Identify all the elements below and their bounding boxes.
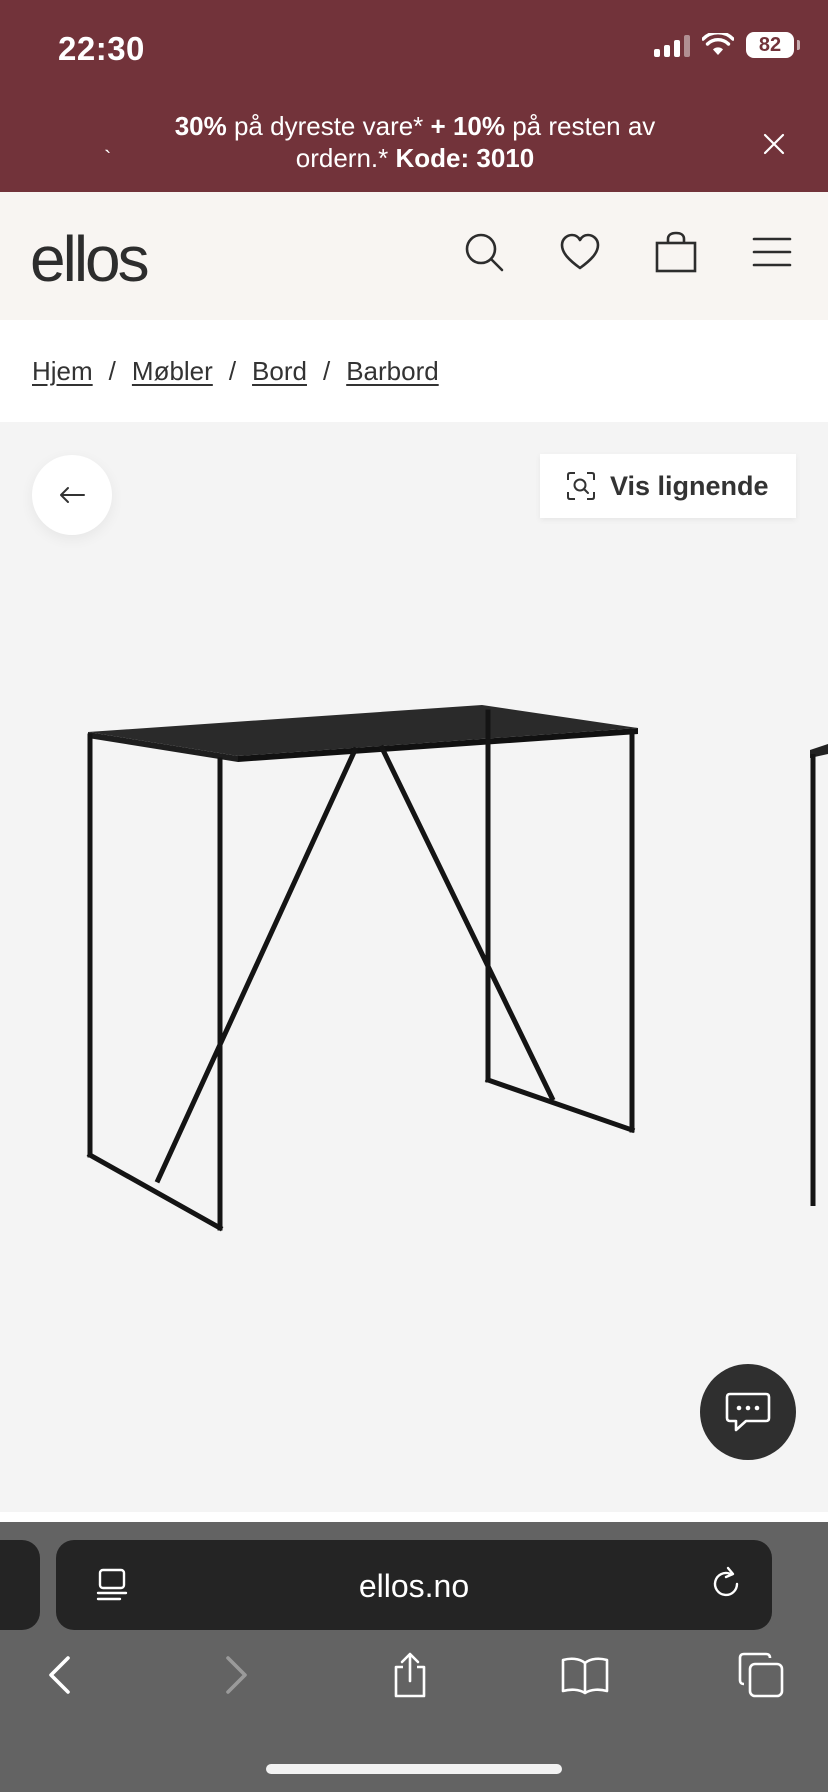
chevron-right-icon xyxy=(226,1656,247,1694)
cart-button[interactable] xyxy=(654,230,698,274)
promo-text: 30% på dyreste vare* + 10% på resten av … xyxy=(150,110,680,174)
promo-bold-2: + 10% xyxy=(430,111,505,141)
book-icon xyxy=(561,1657,609,1695)
previous-tab-peek[interactable] xyxy=(0,1540,40,1630)
product-image-bar-table xyxy=(86,705,638,1232)
battery-level: 82 xyxy=(758,33,782,56)
status-indicators: 82 xyxy=(654,32,800,58)
breadcrumb-separator: / xyxy=(108,356,116,386)
status-time: 22:30 xyxy=(58,30,145,67)
home-indicator xyxy=(266,1764,562,1774)
bookmarks-button[interactable] xyxy=(560,1650,610,1700)
breadcrumb-link-table[interactable]: Bord xyxy=(252,356,307,387)
tabs-icon xyxy=(738,1652,784,1698)
promo-banner: 22:30 82 ` 30% på dyreste vare* + 10% på… xyxy=(0,0,828,192)
tabs-button[interactable] xyxy=(736,1650,786,1700)
arrow-left-icon xyxy=(60,487,85,503)
breadcrumb-separator: / xyxy=(228,356,237,386)
breadcrumb-link-furniture[interactable]: Møbler xyxy=(132,356,213,387)
visual-search-icon xyxy=(567,472,595,500)
browser-back-button[interactable] xyxy=(34,1650,84,1700)
breadcrumb-link-home[interactable]: Hjem xyxy=(32,356,93,387)
promo-text-1: på dyreste vare* xyxy=(226,111,431,141)
wifi-icon xyxy=(702,33,734,55)
chevron-left-icon xyxy=(49,1656,70,1694)
share-icon xyxy=(394,1652,426,1698)
ellos-logo[interactable]: ellos xyxy=(30,222,150,296)
address-bar[interactable]: ellos.no xyxy=(56,1540,772,1630)
hamburger-menu-icon xyxy=(752,237,792,267)
search-icon xyxy=(465,233,504,272)
url-text: ellos.no xyxy=(358,1568,470,1604)
breadcrumb-link-bar-table[interactable]: Barbord xyxy=(346,356,439,387)
reload-icon[interactable] xyxy=(706,1564,746,1604)
breadcrumb: Hjem / Møbler / Bord / Barbord xyxy=(32,356,439,387)
shopping-bag-icon xyxy=(655,231,697,273)
promo-tick: ` xyxy=(104,146,112,171)
promo-bold-1: 30% xyxy=(174,111,227,141)
close-icon[interactable] xyxy=(760,130,788,158)
show-similar-label: Vis lignende xyxy=(610,470,769,501)
search-button[interactable] xyxy=(462,230,506,274)
product-image-next-partial xyxy=(810,744,828,1206)
back-button[interactable] xyxy=(32,455,112,535)
heart-icon xyxy=(560,233,600,270)
menu-button[interactable] xyxy=(750,230,794,274)
browser-forward-button[interactable] xyxy=(212,1650,262,1700)
battery-icon: 82 xyxy=(746,32,800,58)
cellular-signal-icon xyxy=(654,33,690,57)
breadcrumb-separator: / xyxy=(322,356,331,386)
show-similar-button[interactable]: Vis lignende xyxy=(540,454,796,518)
share-button[interactable] xyxy=(385,1650,435,1700)
wishlist-button[interactable] xyxy=(558,230,602,274)
promo-code: Kode: 3010 xyxy=(395,143,535,173)
chat-bubble-icon xyxy=(725,1392,771,1432)
chat-button[interactable] xyxy=(700,1364,796,1460)
